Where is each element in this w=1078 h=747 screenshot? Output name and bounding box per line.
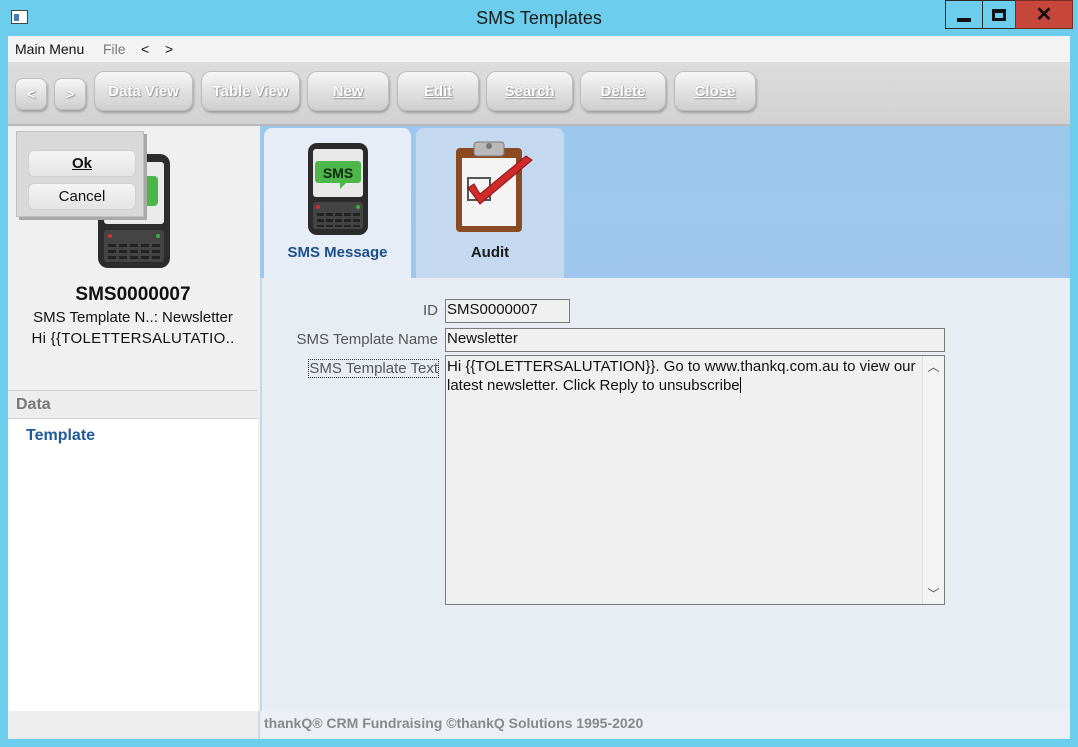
delete-label: Delete (600, 82, 646, 100)
new-label: New (332, 82, 364, 100)
maximize-icon (992, 8, 1006, 21)
minimize-button[interactable] (945, 0, 983, 29)
menu-main-menu[interactable]: Main Menu (15, 41, 84, 57)
svg-text:SMS: SMS (323, 165, 353, 181)
close-button[interactable]: Close (674, 71, 756, 111)
tab-sms-message-label: SMS Message (264, 244, 411, 261)
close-window-button[interactable]: ✕ (1015, 0, 1073, 29)
form-content: ID SMS0000007 SMS Template Name Newslett… (260, 278, 1070, 711)
search-label: Search (504, 82, 555, 100)
main-panel: SMS SMS Message Audit ID SMS0000007 SMS … (260, 126, 1070, 711)
template-text-field[interactable]: Hi {{TOLETTERSALUTATION}}. Go to www.tha… (445, 355, 945, 605)
summary-id: SMS0000007 (75, 284, 191, 305)
template-name-field[interactable]: Newsletter (445, 328, 945, 352)
toolbar: < > Data View Table View New Edit Search… (8, 62, 1070, 126)
text-caret (739, 377, 741, 393)
application-window: SMS Templates ✕ Main Menu File < > < > D… (0, 0, 1078, 747)
scroll-down-icon[interactable]: ﹀ (925, 585, 942, 602)
title-bar[interactable]: SMS Templates ✕ (0, 0, 1078, 36)
data-section-header: Data (8, 390, 258, 419)
record-summary: S Ok Cancel SMS0000007 SMS Template N..: (8, 128, 258, 390)
status-footer: thankQ® CRM Fundraising ©thankQ Solution… (8, 711, 1070, 739)
search-button[interactable]: Search (486, 71, 573, 111)
tab-sms-message-text: SMS Message (287, 244, 388, 261)
sms-phone-icon: SMS (308, 143, 368, 235)
tab-strip: SMS SMS Message Audit (260, 126, 1070, 278)
menu-bar: Main Menu File < > (8, 36, 1070, 62)
clipboard-check-icon (456, 141, 533, 232)
left-panel: S Ok Cancel SMS0000007 SMS Template N..: (8, 128, 258, 711)
table-view-button[interactable]: Table View (201, 71, 300, 111)
data-view-label: Data View (108, 82, 179, 100)
edit-label: Edit (423, 82, 453, 100)
client-area: Main Menu File < > < > Data View Table V… (8, 36, 1070, 739)
forward-button-label: > (65, 85, 75, 103)
ok-label: Ok (71, 155, 92, 172)
back-button-label: < (26, 85, 36, 103)
cancel-label: Cancel (58, 188, 106, 205)
new-button[interactable]: New (307, 71, 389, 111)
minimize-icon (957, 17, 971, 22)
window-title: SMS Templates (476, 8, 602, 28)
data-item-template[interactable]: Template (26, 427, 95, 445)
menu-file[interactable]: File (103, 41, 126, 57)
menu-back[interactable]: < (141, 41, 149, 57)
tab-audit-text: Audit (470, 244, 510, 261)
footer-bar: thankQ® CRM Fundraising ©thankQ Solution… (258, 711, 1070, 739)
template-text-content: Hi {{TOLETTERSALUTATION}}. Go to www.tha… (447, 357, 921, 395)
text-scrollbar[interactable]: ︿ ﹀ (922, 356, 944, 604)
tab-audit[interactable]: Audit (416, 128, 564, 278)
scroll-up-icon[interactable]: ︿ (925, 358, 942, 375)
menu-forward[interactable]: > (165, 41, 173, 57)
table-view-label: Table View (212, 82, 289, 100)
copyright-text: thankQ® CRM Fundraising ©thankQ Solution… (264, 715, 644, 731)
template-name-label: SMS Template Name (296, 331, 438, 348)
data-list: Template (8, 419, 258, 711)
forward-button[interactable]: > (54, 78, 86, 110)
data-view-button[interactable]: Data View (94, 71, 193, 111)
maximize-button[interactable] (982, 0, 1016, 29)
summary-text: Hi {{TOLETTERSALUTATIO.. (31, 330, 235, 347)
id-field[interactable]: SMS0000007 (445, 299, 570, 323)
cancel-button[interactable]: Cancel (28, 183, 136, 210)
template-text-value: Hi {{TOLETTERSALUTATION}}. Go to www.tha… (447, 358, 916, 394)
confirm-popup: Ok Cancel (16, 131, 144, 217)
close-icon: ✕ (1035, 3, 1053, 26)
summary-name: SMS Template N..: Newsletter (33, 309, 233, 326)
tab-sms-message[interactable]: SMS SMS Message (264, 128, 411, 278)
back-button[interactable]: < (15, 78, 47, 110)
tab-audit-label: Audit (416, 244, 564, 261)
edit-button[interactable]: Edit (397, 71, 479, 111)
close-label: Close (694, 82, 736, 100)
template-text-label: SMS Template Text (308, 359, 439, 378)
ok-button[interactable]: Ok (28, 150, 136, 177)
delete-button[interactable]: Delete (580, 71, 666, 111)
id-label: ID (423, 302, 438, 319)
